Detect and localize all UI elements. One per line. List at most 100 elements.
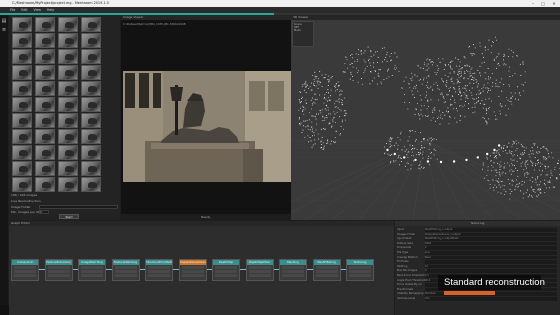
image-thumbnail[interactable] <box>12 177 32 192</box>
image-thumbnail[interactable] <box>12 81 32 96</box>
node-port[interactable] <box>14 266 36 269</box>
node-port[interactable] <box>114 270 137 273</box>
attribute-value[interactable]: info <box>425 297 557 301</box>
image-thumbnail[interactable] <box>12 65 32 80</box>
node-port[interactable] <box>349 274 371 277</box>
image-thumbnail[interactable] <box>58 113 78 128</box>
attribute-value[interactable]: Basic <box>425 255 557 260</box>
3d-viewer[interactable]: 3D Viewer Scene SfM Mesh <box>291 15 560 220</box>
node-port[interactable] <box>114 266 137 269</box>
image-thumbnail[interactable] <box>12 49 32 64</box>
graph-node[interactable]: FeatureExtraction <box>44 259 73 281</box>
graph-node[interactable]: FeatureMatching <box>111 259 140 281</box>
image-thumbnail[interactable] <box>58 145 78 160</box>
node-port[interactable] <box>14 274 36 277</box>
image-thumbnail[interactable] <box>35 129 55 144</box>
graph-node[interactable]: Texturing <box>346 259 374 281</box>
attribute-value[interactable]: MeshFiltering_1.outputMesh <box>425 237 557 241</box>
image-thumbnail[interactable] <box>58 17 78 32</box>
graph-node[interactable]: PrepareDenseScene <box>178 259 207 281</box>
image-thumbnail[interactable] <box>58 81 78 96</box>
menu-edit[interactable]: Edit <box>21 8 27 12</box>
mesh-item[interactable]: Mesh <box>294 29 312 32</box>
image-thumbnail[interactable] <box>58 161 78 176</box>
list-icon[interactable]: ≡ <box>1 27 7 33</box>
graph-node[interactable]: Meshing <box>279 259 307 281</box>
node-port[interactable] <box>181 274 204 277</box>
node-port[interactable] <box>349 266 371 269</box>
graph-node[interactable]: ImageMatching <box>78 259 106 281</box>
node-port[interactable] <box>248 274 271 277</box>
node-port[interactable] <box>349 270 371 273</box>
min-images-field[interactable]: 4 <box>39 210 49 214</box>
node-port[interactable] <box>47 270 70 273</box>
image-thumbnail[interactable] <box>81 17 101 32</box>
minimize-button[interactable]: – <box>528 0 538 7</box>
image-thumbnail[interactable] <box>35 177 55 192</box>
node-port[interactable] <box>148 274 170 277</box>
image-thumbnail[interactable] <box>35 113 55 128</box>
image-thumbnail[interactable] <box>58 33 78 48</box>
node-port[interactable] <box>248 270 271 273</box>
node-port[interactable] <box>81 266 103 269</box>
image-thumbnail[interactable] <box>81 65 101 80</box>
image-thumbnail[interactable] <box>12 129 32 144</box>
image-thumbnail[interactable] <box>81 145 101 160</box>
close-button[interactable]: ✕ <box>549 0 559 7</box>
node-port[interactable] <box>14 270 36 273</box>
image-thumbnail[interactable] <box>58 97 78 112</box>
image-thumbnail[interactable] <box>12 17 32 32</box>
image-thumbnail[interactable] <box>81 49 101 64</box>
start-button[interactable]: Start <box>59 214 79 219</box>
node-port[interactable] <box>81 274 103 277</box>
node-port[interactable] <box>181 270 204 273</box>
image-thumbnail[interactable] <box>58 65 78 80</box>
attribute-value[interactable]: 0 <box>425 269 557 273</box>
node-port[interactable] <box>282 274 304 277</box>
menu-file[interactable]: File <box>10 8 15 12</box>
image-thumbnail[interactable] <box>81 161 101 176</box>
image-thumbnail[interactable] <box>58 177 78 192</box>
image-thumbnail[interactable] <box>81 97 101 112</box>
node-port[interactable] <box>148 270 170 273</box>
image-thumbnail[interactable] <box>12 33 32 48</box>
node-port[interactable] <box>47 274 70 277</box>
image-thumbnail[interactable] <box>12 97 32 112</box>
node-port[interactable] <box>282 270 304 273</box>
attribute-value[interactable]: MeshFiltering_1.output <box>425 228 557 232</box>
image-thumbnail[interactable] <box>35 145 55 160</box>
attribute-value[interactable]: png <box>425 251 557 255</box>
node-port[interactable] <box>282 266 304 269</box>
image-thumbnail[interactable] <box>35 97 55 112</box>
attribute-value[interactable]: PrepareDenseScene_1.output <box>425 232 557 237</box>
image-thumbnail[interactable] <box>81 33 101 48</box>
image-thumbnail[interactable] <box>35 161 55 176</box>
graph-node[interactable]: MeshFiltering <box>312 259 341 281</box>
image-thumbnail[interactable] <box>35 33 55 48</box>
menu-help[interactable]: Help <box>47 8 54 12</box>
image-thumbnail[interactable] <box>81 113 101 128</box>
node-port[interactable] <box>81 270 103 273</box>
image-folder-field[interactable] <box>39 205 118 209</box>
image-thumbnail[interactable] <box>35 17 55 32</box>
node-port[interactable] <box>315 274 338 277</box>
node-port[interactable] <box>315 270 338 273</box>
node-port[interactable] <box>248 266 271 269</box>
graph-node[interactable]: DepthMap <box>212 259 240 281</box>
attribute-value[interactable]: 2 <box>425 246 557 250</box>
graph-editor[interactable]: Graph Editor CameraInit FeatureExtraction… <box>9 221 394 315</box>
node-port[interactable] <box>181 266 204 269</box>
image-thumbnail[interactable] <box>81 177 101 192</box>
attribute-value[interactable]: 15 <box>425 264 557 269</box>
maximize-button[interactable]: □ <box>538 0 548 7</box>
graph-node[interactable]: DepthMapFilter <box>245 259 274 281</box>
graph-node[interactable]: StructureFromMotion <box>145 259 173 281</box>
image-thumbnail[interactable] <box>35 65 55 80</box>
image-thumbnail[interactable] <box>35 81 55 96</box>
node-port[interactable] <box>148 266 170 269</box>
image-thumbnail[interactable] <box>12 113 32 128</box>
graph-node[interactable]: CameraInit <box>11 259 39 281</box>
menu-view[interactable]: View <box>33 8 41 12</box>
node-port[interactable] <box>215 274 237 277</box>
attribute-value[interactable] <box>425 260 557 264</box>
